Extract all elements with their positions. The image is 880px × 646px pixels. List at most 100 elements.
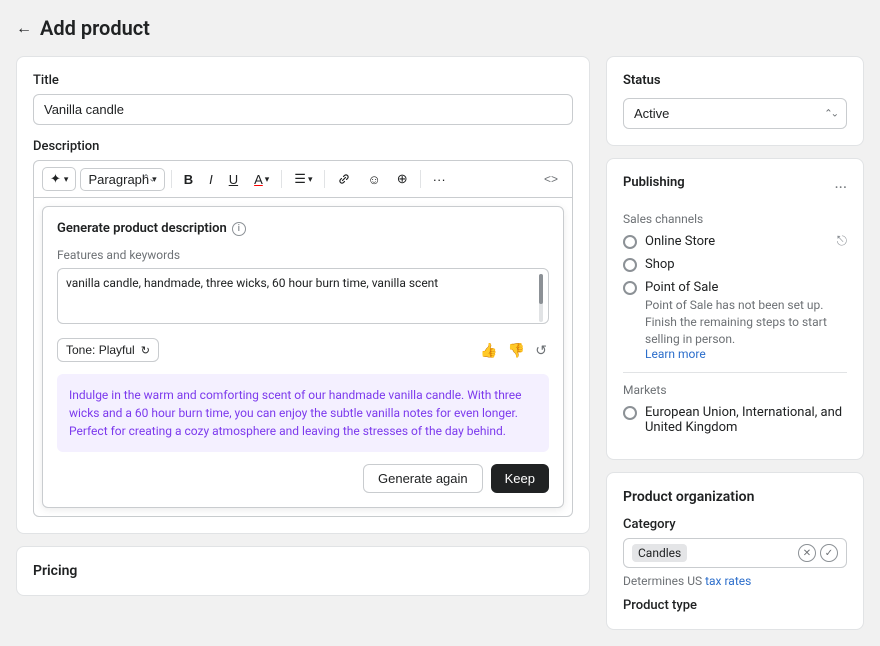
- status-card: Status Active Draft Archived: [606, 56, 864, 146]
- ai-panel-title: Generate product description i: [57, 221, 549, 236]
- color-button[interactable]: A ▾: [248, 169, 275, 190]
- link-icon: [337, 172, 351, 186]
- product-type-label: Product type: [623, 598, 847, 613]
- link-button[interactable]: [331, 169, 357, 189]
- underline-button[interactable]: U: [223, 169, 244, 190]
- product-org-card: Product organization Category Candles ✕ …: [606, 472, 864, 630]
- shop-label: Shop: [645, 257, 675, 272]
- thumbs-down-button[interactable]: 👎: [506, 340, 527, 361]
- title-label: Title: [33, 73, 573, 88]
- category-input[interactable]: [693, 546, 792, 561]
- markets-value: European Union, International, and Unite…: [645, 405, 847, 435]
- pos-info: Point of Sale Point of Sale has not been…: [645, 280, 847, 362]
- chevron-down-icon: ▾: [64, 174, 69, 185]
- sales-channels-label: Sales channels: [623, 212, 847, 226]
- features-label: Features and keywords: [57, 248, 549, 262]
- emoji-button[interactable]: ☺: [361, 169, 386, 190]
- product-org-title: Product organization: [623, 489, 847, 505]
- channel-shop: Shop: [623, 257, 847, 272]
- toolbar-divider-3: [324, 170, 325, 188]
- description-label: Description: [33, 139, 573, 154]
- tone-select[interactable]: Tone: Playful ↻: [57, 338, 159, 362]
- online-store-radio[interactable]: [623, 235, 637, 249]
- category-tag: Candles: [632, 544, 687, 562]
- pos-radio[interactable]: [623, 281, 637, 295]
- paragraph-label: Paragraph: [88, 172, 149, 187]
- confirm-category-button[interactable]: ✓: [820, 544, 838, 562]
- paragraph-select[interactable]: Paragraph ▾: [80, 168, 164, 191]
- tax-note: Determines US tax rates: [623, 574, 847, 588]
- pos-note: Point of Sale has not been set up. Finis…: [645, 297, 847, 347]
- status-card-title: Status: [623, 73, 847, 88]
- product-card: Title Description ✦ ▾ Paragraph ▾: [16, 56, 590, 534]
- tone-actions: 👍 👎 ↺: [478, 340, 549, 361]
- chevron-down-icon-3: ▾: [265, 174, 270, 185]
- chevron-down-icon-2: ▾: [152, 174, 157, 185]
- toolbar-divider-2: [281, 170, 282, 188]
- publishing-more-button[interactable]: ···: [834, 178, 847, 197]
- category-field[interactable]: Candles ✕ ✓: [623, 538, 847, 568]
- code-button[interactable]: <>: [538, 169, 564, 189]
- category-label: Category: [623, 517, 847, 532]
- tone-label: Tone: Playful: [66, 343, 135, 357]
- keep-button[interactable]: Keep: [491, 464, 549, 493]
- markets-item: European Union, International, and Unite…: [623, 405, 847, 435]
- ai-panel: Generate product description i Features …: [42, 206, 564, 508]
- more-button[interactable]: ···: [427, 169, 452, 190]
- generate-again-button[interactable]: Generate again: [363, 464, 483, 493]
- embed-icon: ⊕: [397, 171, 408, 187]
- color-a-icon: A: [254, 172, 263, 187]
- toolbar-divider-1: [171, 170, 172, 188]
- info-icon: i: [232, 222, 246, 236]
- align-icon: ☰: [294, 171, 306, 187]
- ai-generated-text: Indulge in the warm and comforting scent…: [57, 374, 549, 452]
- learn-more-link[interactable]: Learn more: [645, 347, 706, 361]
- regenerate-button[interactable]: ↺: [533, 340, 549, 361]
- features-textarea[interactable]: vanilla candle, handmade, three wicks, 6…: [57, 268, 549, 324]
- markets-radio[interactable]: [623, 406, 637, 420]
- status-select-wrapper: Active Draft Archived: [623, 98, 847, 129]
- publishing-title: Publishing: [623, 175, 685, 190]
- tone-chevron: ↻: [141, 344, 150, 357]
- online-store-label: Online Store: [645, 234, 715, 249]
- scroll-track: [539, 274, 543, 322]
- pricing-card: Pricing: [16, 546, 590, 596]
- publishing-card: Publishing ··· Sales channels Online Sto…: [606, 158, 864, 460]
- thumbs-up-button[interactable]: 👍: [478, 340, 499, 361]
- bold-button[interactable]: B: [178, 169, 199, 190]
- features-textarea-wrap: vanilla candle, handmade, three wicks, 6…: [57, 268, 549, 328]
- code-icon: <>: [544, 172, 558, 186]
- align-button[interactable]: ☰ ▾: [288, 168, 318, 190]
- ai-actions: Generate again Keep: [57, 464, 549, 493]
- pos-label: Point of Sale: [645, 280, 718, 295]
- scroll-thumb[interactable]: [539, 274, 543, 304]
- title-input[interactable]: [33, 94, 573, 125]
- ai-tone-row: Tone: Playful ↻ 👍 👎 ↺: [57, 338, 549, 362]
- main-column: Title Description ✦ ▾ Paragraph ▾: [16, 56, 590, 630]
- clear-category-button[interactable]: ✕: [798, 544, 816, 562]
- chevron-down-icon-4: ▾: [308, 174, 313, 185]
- pricing-title: Pricing: [33, 563, 573, 579]
- toolbar-divider-4: [420, 170, 421, 188]
- share-icon: ⎋: [837, 234, 847, 249]
- italic-button[interactable]: I: [203, 169, 219, 190]
- channel-pos: Point of Sale Point of Sale has not been…: [623, 280, 847, 362]
- editor-toolbar: ✦ ▾ Paragraph ▾ B I U A ▾: [33, 160, 573, 197]
- tax-rates-link[interactable]: tax rates: [705, 574, 751, 588]
- back-button[interactable]: ←: [16, 18, 32, 38]
- markets-label: Markets: [623, 383, 847, 397]
- embed-button[interactable]: ⊕: [391, 168, 414, 190]
- page-title: Add product: [40, 16, 150, 40]
- status-select[interactable]: Active Draft Archived: [623, 98, 847, 129]
- publishing-divider: [623, 372, 847, 373]
- magic-icon: ✦: [50, 171, 61, 187]
- side-column: Status Active Draft Archived Publishing …: [606, 56, 864, 630]
- page-header: ← Add product: [16, 16, 864, 40]
- publishing-header: Publishing ···: [623, 175, 847, 200]
- editor-area[interactable]: Generate product description i Features …: [33, 197, 573, 517]
- category-actions: ✕ ✓: [798, 544, 838, 562]
- shop-radio[interactable]: [623, 258, 637, 272]
- channel-online-store: Online Store ⎋: [623, 234, 847, 249]
- emoji-icon: ☺: [367, 172, 380, 187]
- ai-toolbar-button[interactable]: ✦ ▾: [42, 167, 76, 191]
